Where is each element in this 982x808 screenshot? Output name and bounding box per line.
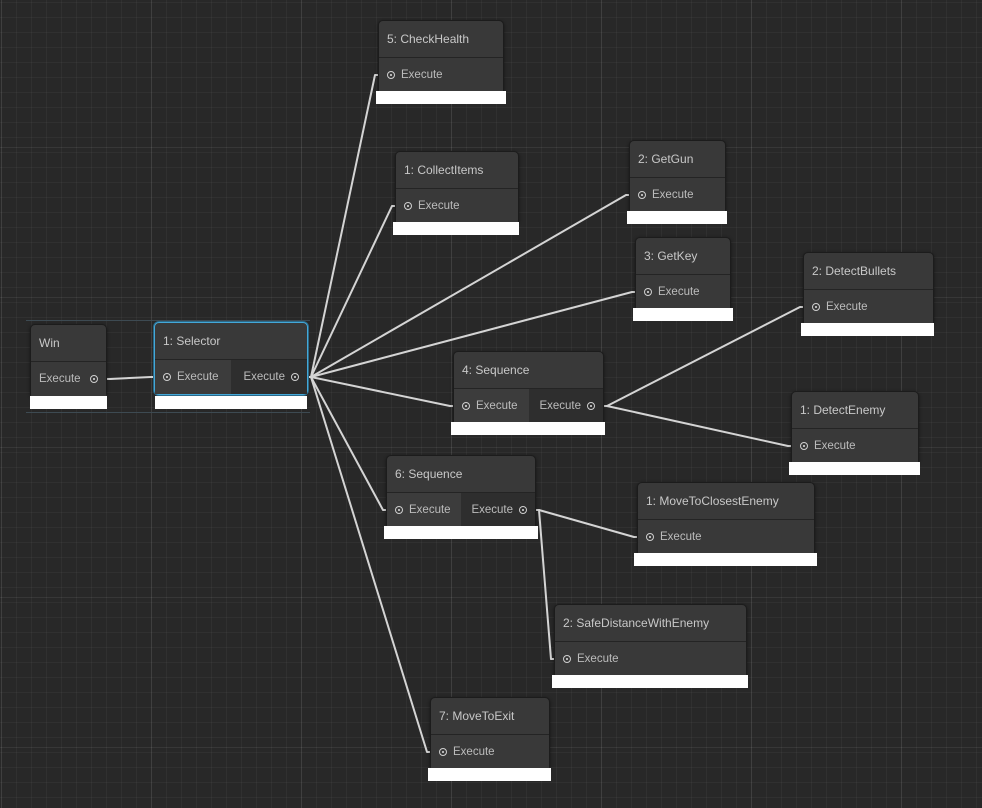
port-connector-icon[interactable] — [519, 506, 527, 514]
node-checkhealth[interactable]: 5: CheckHealth Execute — [378, 20, 504, 93]
output-port[interactable]: Execute — [231, 360, 307, 394]
port-connector-icon[interactable] — [395, 506, 403, 514]
port-label: Execute — [539, 400, 581, 412]
node-title: 6: Sequence — [387, 456, 535, 493]
port-label: Execute — [39, 373, 81, 385]
port-label: Execute — [814, 440, 856, 452]
node-title: 4: Sequence — [454, 352, 603, 389]
node-footer-bar — [384, 526, 538, 539]
node-movetoclosestenemy[interactable]: 1: MoveToClosestEnemy Execute — [637, 482, 815, 555]
node-title: 2: SafeDistanceWithEnemy — [555, 605, 746, 642]
node-title: 5: CheckHealth — [379, 21, 503, 58]
node-safedistancewithenemy[interactable]: 2: SafeDistanceWithEnemy Execute — [554, 604, 747, 677]
port-label: Execute — [660, 531, 702, 543]
port-connector-icon[interactable] — [387, 71, 395, 79]
node-sequence-4[interactable]: 4: Sequence Execute Execute — [453, 351, 604, 424]
port-connector-icon[interactable] — [812, 303, 820, 311]
port-label: Execute — [658, 286, 700, 298]
node-footer-bar — [633, 308, 733, 321]
input-port[interactable]: Execute — [454, 389, 529, 423]
node-movetoexit[interactable]: 7: MoveToExit Execute — [430, 697, 550, 770]
port-connector-icon[interactable] — [800, 442, 808, 450]
node-footer-bar — [634, 553, 817, 566]
input-port[interactable]: Execute — [630, 178, 725, 212]
port-label: Execute — [826, 301, 868, 313]
edge-sequence4-to-detectbullets[interactable] — [595, 306, 812, 407]
node-title: 1: DetectEnemy — [792, 392, 918, 429]
node-title: 1: MoveToClosestEnemy — [638, 483, 814, 520]
input-port[interactable]: Execute — [804, 290, 933, 324]
input-port[interactable]: Execute — [792, 429, 918, 463]
edge-selector-to-collectitems[interactable] — [299, 205, 404, 378]
node-footer-bar — [155, 396, 307, 409]
port-connector-icon[interactable] — [563, 655, 571, 663]
port-connector-icon[interactable] — [90, 375, 98, 383]
edge-selector-to-checkhealth[interactable] — [299, 74, 387, 378]
node-getgun[interactable]: 2: GetGun Execute — [629, 140, 726, 213]
node-title: 2: GetGun — [630, 141, 725, 178]
port-label: Execute — [409, 504, 451, 516]
node-footer-bar — [627, 211, 727, 224]
node-footer-bar — [428, 768, 551, 781]
port-label: Execute — [418, 200, 460, 212]
node-title: Win — [31, 325, 106, 362]
port-connector-icon[interactable] — [646, 533, 654, 541]
port-connector-icon[interactable] — [404, 202, 412, 210]
node-footer-bar — [376, 91, 506, 104]
port-label: Execute — [471, 504, 513, 516]
node-sequence-6[interactable]: 6: Sequence Execute Execute — [386, 455, 536, 528]
node-title: 1: Selector — [155, 323, 307, 360]
port-label: Execute — [177, 371, 219, 383]
input-port[interactable]: Execute — [636, 275, 730, 309]
port-connector-icon[interactable] — [163, 373, 171, 381]
output-port[interactable]: Execute — [31, 362, 106, 396]
port-label: Execute — [652, 189, 694, 201]
port-connector-icon[interactable] — [439, 748, 447, 756]
port-connector-icon[interactable] — [638, 191, 646, 199]
input-port[interactable]: Execute — [555, 642, 746, 676]
port-connector-icon[interactable] — [587, 402, 595, 410]
port-label: Execute — [243, 371, 285, 383]
node-getkey[interactable]: 3: GetKey Execute — [635, 237, 731, 310]
output-port[interactable]: Execute — [528, 389, 603, 423]
node-footer-bar — [30, 396, 107, 409]
node-footer-bar — [451, 422, 605, 435]
node-collectitems[interactable]: 1: CollectItems Execute — [395, 151, 519, 224]
node-selector[interactable]: 1: Selector Execute Execute — [154, 322, 308, 395]
port-label: Execute — [453, 746, 495, 758]
input-port[interactable]: Execute — [387, 493, 461, 527]
port-connector-icon[interactable] — [291, 373, 299, 381]
node-title: 2: DetectBullets — [804, 253, 933, 290]
port-connector-icon[interactable] — [462, 402, 470, 410]
node-detectbullets[interactable]: 2: DetectBullets Execute — [803, 252, 934, 325]
node-footer-bar — [552, 675, 748, 688]
input-port[interactable]: Execute — [638, 520, 814, 554]
port-label: Execute — [401, 69, 443, 81]
port-connector-icon[interactable] — [644, 288, 652, 296]
node-detectenemy[interactable]: 1: DetectEnemy Execute — [791, 391, 919, 464]
input-port[interactable]: Execute — [379, 58, 503, 92]
node-title: 7: MoveToExit — [431, 698, 549, 735]
input-port[interactable]: Execute — [155, 360, 231, 394]
node-footer-bar — [393, 222, 519, 235]
output-port[interactable]: Execute — [461, 493, 535, 527]
node-title: 3: GetKey — [636, 238, 730, 275]
edge-selector-to-movetoexit[interactable] — [299, 376, 439, 753]
edge-sequence4-to-detectenemy[interactable] — [595, 405, 800, 447]
port-label: Execute — [577, 653, 619, 665]
input-port[interactable]: Execute — [396, 189, 518, 223]
node-footer-bar — [801, 323, 934, 336]
node-title: 1: CollectItems — [396, 152, 518, 189]
input-port[interactable]: Execute — [431, 735, 549, 769]
port-label: Execute — [476, 400, 518, 412]
node-footer-bar — [789, 462, 920, 475]
edge-sequence6-to-movetoclosestenemy[interactable] — [527, 509, 646, 538]
node-win[interactable]: Win Execute — [30, 324, 107, 397]
